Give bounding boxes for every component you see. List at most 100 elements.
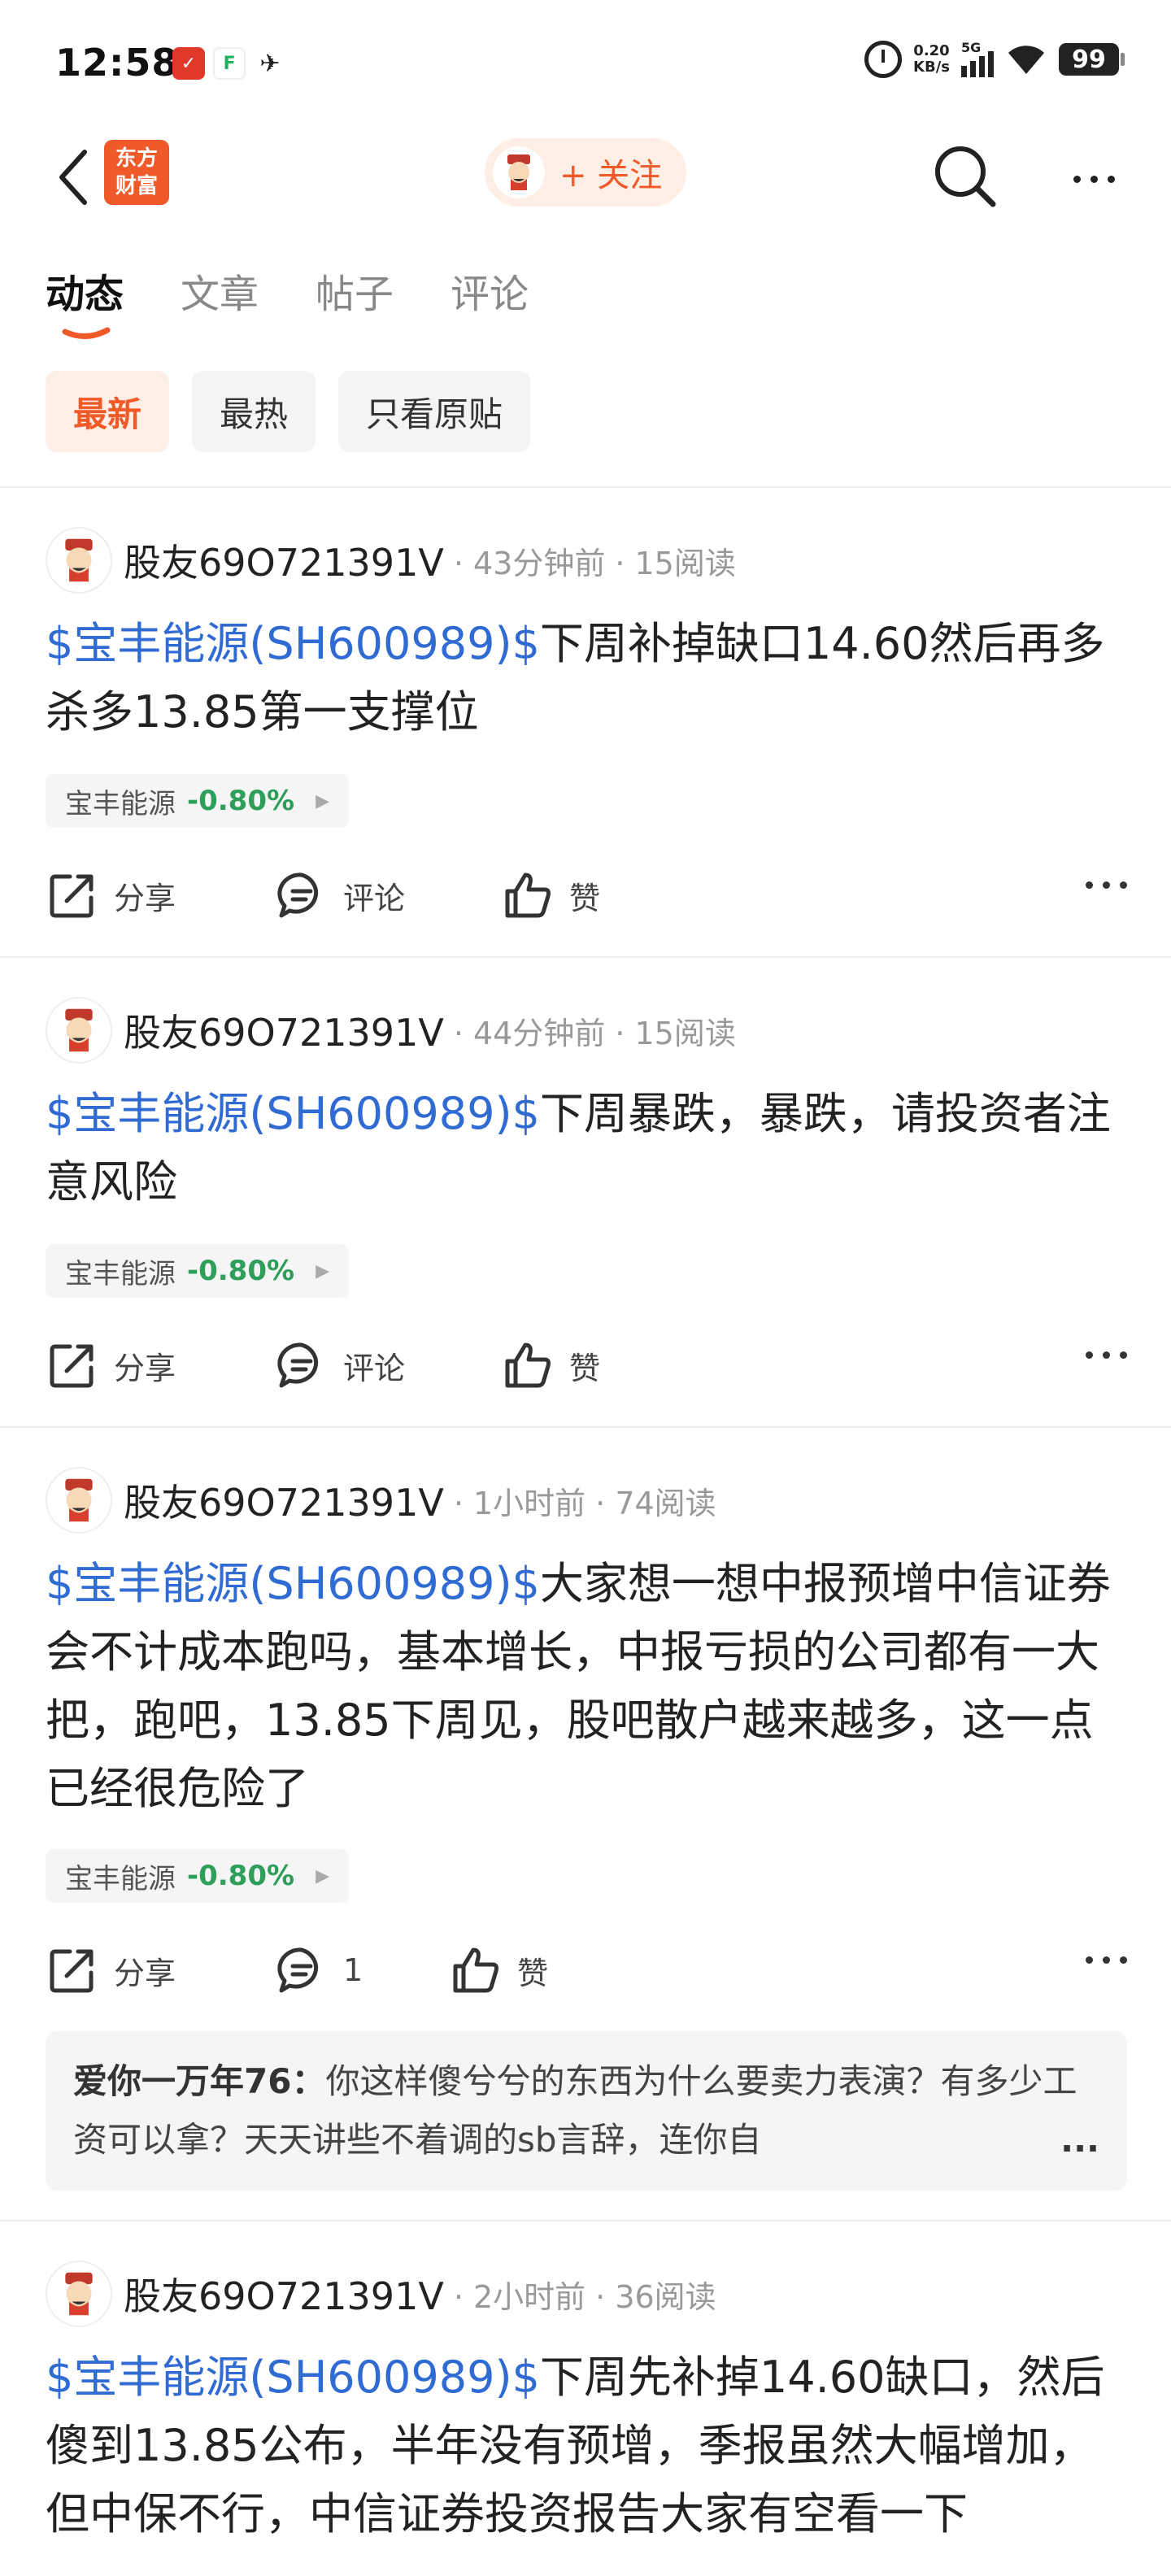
app-notification-icon: ✈ [259,49,281,78]
author-name[interactable]: 股友69O721391V [124,1003,444,1057]
stock-tag-link[interactable]: $宝丰能源(SH600989)$ [46,618,540,669]
back-button[interactable] [41,145,106,210]
post-actions: 分享 1 赞 [46,1934,1127,2007]
like-button[interactable]: 赞 [449,1934,548,2007]
dot-icon [1120,1351,1127,1359]
share-icon [50,874,94,918]
like-button[interactable]: 赞 [501,859,600,932]
nav-bar: 东方 财富 + 关注 [0,130,1171,236]
tab-label: 评论 [451,272,529,317]
post-header: 股友69O721391V · 1小时前 · 74阅读 [46,1467,716,1534]
app-logo: 东方 财富 [104,140,169,205]
post-card[interactable]: 股友69O721391V · 1小时前 · 74阅读 $宝丰能源(SH60098… [0,1428,1171,2220]
tab-indicator [62,327,111,339]
like-label: 赞 [569,1350,601,1386]
dot-icon [1086,1351,1093,1359]
search-button[interactable] [929,140,1002,213]
follow-button[interactable]: + 关注 [485,138,686,207]
avatar[interactable] [46,997,112,1064]
read-count: · 74阅读 [595,1485,716,1521]
post-header: 股友69O721391V · 44分钟前 · 15阅读 [46,997,736,1064]
battery-icon: 99 [1059,43,1125,76]
post-more-button[interactable] [1086,881,1127,889]
logo-line-1: 东方 [115,146,158,171]
post-actions: 分享 评论 赞 [46,1329,1127,1402]
filter-hottest[interactable]: 最热 [192,371,316,452]
read-count: · 15阅读 [615,545,736,581]
stock-quote-chip[interactable]: 宝丰能源 -0.80% ▶ [46,774,349,828]
chevron-right-icon: ▶ [316,790,329,812]
post-content[interactable]: $宝丰能源(SH600989)$下周先补掉14.60缺口，然后傻到13.85公布… [46,2343,1135,2548]
post-time: · 2小时前 [453,2278,586,2315]
signal-icon: 5G [961,40,994,77]
status-bar: 12:58 ✓ F ✈ 0.20 KB/s 5G 99 [0,0,1171,130]
like-label: 赞 [569,880,601,916]
post-more-button[interactable] [1086,1956,1127,1964]
comment-author[interactable]: 爱你一万年76： [73,2061,325,2101]
filter-chips: 最新 最热 只看原贴 [46,371,531,452]
tab-comments[interactable]: 评论 [451,262,529,319]
follow-label: + 关注 [559,157,663,194]
comment-button[interactable]: 评论 [275,859,405,932]
thumbs-up-icon [505,1342,551,1388]
dot-icon [1120,881,1127,889]
god-of-wealth-icon [65,1008,93,1052]
read-count: · 36阅读 [595,2278,716,2315]
author-name[interactable]: 股友69O721391V [124,533,444,587]
share-label: 分享 [114,1350,176,1386]
post-more-button[interactable] [1086,1351,1127,1359]
dot-icon [1103,1351,1110,1359]
share-button[interactable]: 分享 [46,859,176,932]
stock-quote-chip[interactable]: 宝丰能源 -0.80% ▶ [46,1849,349,1903]
author-name[interactable]: 股友69O721391V [124,1473,444,1527]
stock-tag-link[interactable]: $宝丰能源(SH600989)$ [46,2352,540,2403]
god-of-wealth-icon [65,538,93,582]
comment-button[interactable]: 评论 [275,1329,405,1402]
post-content[interactable]: $宝丰能源(SH600989)$大家想一想中报预增中信证券会不计成本跑吗，基本增… [46,1550,1135,1823]
dot-icon [1090,175,1098,183]
share-label: 分享 [114,1955,176,1991]
top-comment-preview[interactable]: 爱你一万年76：你这样傻兮兮的东西为什么要卖力表演？有多少工资可以拿？天天讲些不… [46,2031,1127,2191]
dot-icon [1086,881,1093,889]
share-button[interactable]: 分享 [46,1329,176,1402]
more-options-button[interactable] [1057,154,1130,203]
share-button[interactable]: 分享 [46,1934,176,2007]
avatar[interactable] [46,1467,112,1534]
tab-dynamics[interactable]: 动态 [46,262,124,339]
post-actions: 分享 评论 赞 [46,859,1127,932]
share-icon [50,1344,94,1388]
like-button[interactable]: 赞 [501,1329,600,1402]
avatar [493,146,545,198]
alarm-icon [864,41,903,78]
dot-icon [1103,1956,1110,1964]
stock-tag-link[interactable]: $宝丰能源(SH600989)$ [46,1088,540,1139]
read-count: · 15阅读 [615,1015,736,1051]
comment-icon [277,872,319,918]
filter-latest[interactable]: 最新 [46,371,170,452]
tab-articles[interactable]: 文章 [181,262,259,319]
tab-label: 帖子 [316,272,394,317]
post-content[interactable]: $宝丰能源(SH600989)$下周暴跌，暴跌，请投资者注意风险 [46,1080,1135,1216]
filter-original-only[interactable]: 只看原贴 [338,371,531,452]
avatar[interactable] [46,527,112,594]
post-card[interactable]: 股友69O721391V · 43分钟前 · 15阅读 $宝丰能源(SH6009… [0,488,1171,956]
stock-quote-chip[interactable]: 宝丰能源 -0.80% ▶ [46,1244,349,1298]
dot-icon [1120,1956,1127,1964]
post-card[interactable]: 股友69O721391V · 2小时前 · 36阅读 $宝丰能源(SH60098… [0,2221,1171,2576]
post-card[interactable]: 股友69O721391V · 44分钟前 · 15阅读 $宝丰能源(SH6009… [0,958,1171,1426]
post-content[interactable]: $宝丰能源(SH600989)$下周补掉缺口14.60然后再多杀多13.85第一… [46,610,1135,746]
stock-tag-link[interactable]: $宝丰能源(SH600989)$ [46,1558,540,1609]
post-time: · 1小时前 [453,1485,586,1521]
search-icon [935,146,996,207]
comment-button[interactable]: 1 [275,1934,363,2007]
god-of-wealth-icon [65,1478,93,1522]
tab-posts[interactable]: 帖子 [316,262,394,319]
avatar[interactable] [46,2261,112,2327]
thumbs-up-icon [505,872,551,918]
comment-expand[interactable]: ... [1060,2111,1099,2169]
dot-icon [1103,881,1110,889]
tab-label: 文章 [181,272,259,317]
chevron-right-icon: ▶ [316,1865,329,1886]
author-name[interactable]: 股友69O721391V [124,2267,444,2321]
battery-level: 99 [1072,45,1106,74]
